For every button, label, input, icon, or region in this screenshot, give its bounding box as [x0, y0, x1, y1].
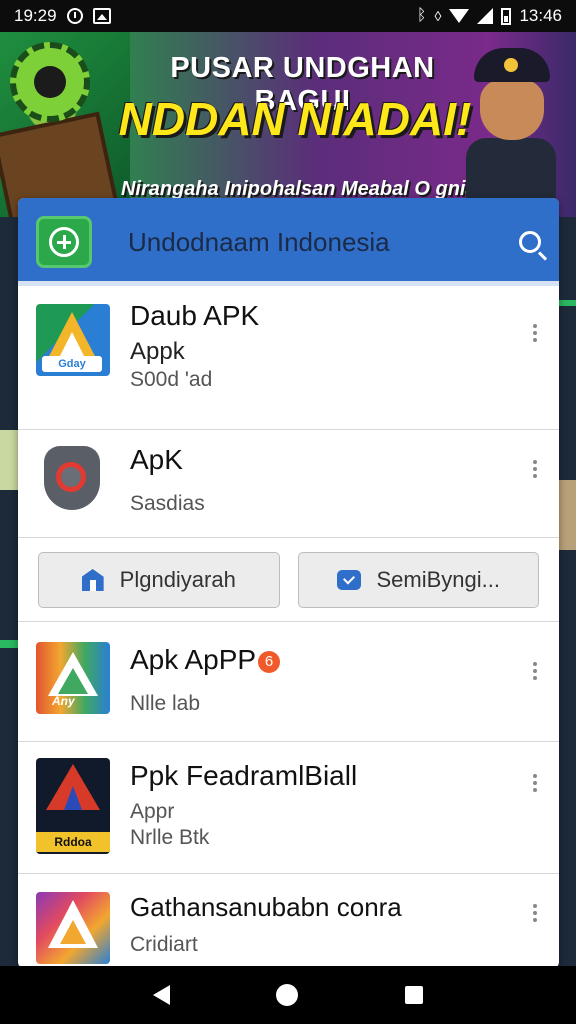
background-stripe-left	[0, 640, 18, 648]
more-options-icon[interactable]	[533, 460, 537, 478]
app-list: Gday Daub APK Apрk S00d 'ad ApK Sasdias	[18, 286, 559, 968]
status-clock: 13:46	[519, 6, 562, 25]
battery-icon	[501, 7, 512, 25]
status-bar: 19:29 ᛒ ◊ 13:46	[0, 0, 576, 32]
navigation-bar	[0, 966, 576, 1024]
more-options-icon[interactable]	[533, 324, 537, 342]
left-action-label: Plgndiyarah	[119, 567, 236, 592]
app-icon-triangle-multicolor: Any	[36, 642, 110, 714]
item-name: Daub APK	[130, 300, 260, 331]
thumb-label: Rddoa	[36, 832, 110, 852]
app-bar: Undodnaam Indonesia	[18, 198, 559, 286]
item-name: Ppk FeadramlBiall	[130, 760, 358, 791]
thumb-label: Gday	[42, 356, 102, 372]
app-title: Undodnaam Indonesia	[128, 226, 390, 257]
banner-title-line2: NDDAN NIADAI!	[118, 93, 472, 145]
alarm-icon	[66, 8, 83, 24]
item-name: ApK	[130, 444, 183, 475]
back-icon[interactable]	[153, 985, 171, 1005]
chat-icon	[336, 570, 361, 590]
background-banknote-left	[0, 430, 18, 490]
shield-icon	[36, 444, 110, 516]
promo-banner[interactable]: PUSAR UNDGHAN BAGUI NDDAN NIADAI! Nirang…	[0, 32, 576, 217]
status-time: 19:29	[14, 6, 57, 25]
background-banknote-right	[559, 480, 576, 550]
item-line2: Sasdias	[130, 492, 205, 515]
item-line2: S00d 'ad	[130, 368, 213, 391]
officer-illustration	[466, 48, 556, 217]
home-icon[interactable]	[276, 984, 299, 1006]
house-icon	[81, 569, 104, 591]
list-item[interactable]: Any Apk ApPP 6 Nlle lab	[18, 622, 559, 742]
right-action-button[interactable]: SemiByngi...	[297, 552, 539, 608]
background-stripe-right	[559, 300, 576, 306]
more-options-icon[interactable]	[533, 774, 537, 792]
signal-icon	[477, 8, 494, 24]
recents-icon[interactable]	[404, 986, 423, 1004]
item-line2: Nrlle Btk	[130, 826, 210, 849]
list-item[interactable]: ApK Sasdias	[18, 430, 559, 538]
vibrate-icon: ◊	[434, 8, 442, 24]
list-item[interactable]: Rddoa Ppk FeadramlBiall Appr Nrlle Btk	[18, 742, 559, 874]
plus-circle-icon[interactable]	[36, 216, 92, 268]
more-options-icon[interactable]	[533, 904, 537, 922]
image-icon	[92, 8, 111, 24]
search-icon[interactable]	[519, 231, 541, 253]
left-action-button[interactable]: Plgndiyarah	[38, 552, 280, 608]
bluetooth-icon: ᛒ	[416, 7, 427, 24]
item-line2: Cridiart	[130, 933, 198, 956]
app-icon-triangle-green: Gday	[36, 304, 110, 376]
thumb-label: Any	[52, 694, 75, 708]
list-item[interactable]: Gathansanubabn conra Cridiart	[18, 874, 559, 968]
item-line1: Apрk	[130, 338, 185, 365]
list-item[interactable]: Gday Daub APK Apрk S00d 'ad	[18, 286, 559, 430]
item-name: Gathansanubabn conra	[130, 892, 402, 922]
app-icon-triangle-dark: Rddoa	[36, 758, 110, 854]
item-line2: Nlle lab	[130, 692, 201, 715]
gear-icon	[10, 42, 90, 122]
wifi-icon	[449, 9, 470, 23]
item-badge: 6	[258, 650, 281, 673]
right-action-label: SemiByngi...	[376, 567, 501, 592]
item-line1: Appr	[130, 800, 175, 823]
app-list-card: Undodnaam Indonesia Gday Daub APK Apрk S…	[18, 198, 559, 968]
action-button-row: Plgndiyarah SemiByngi...	[18, 538, 559, 622]
item-name: Apk ApPP	[130, 644, 257, 675]
more-options-icon[interactable]	[533, 662, 537, 680]
app-icon-triangle-color	[36, 892, 110, 964]
